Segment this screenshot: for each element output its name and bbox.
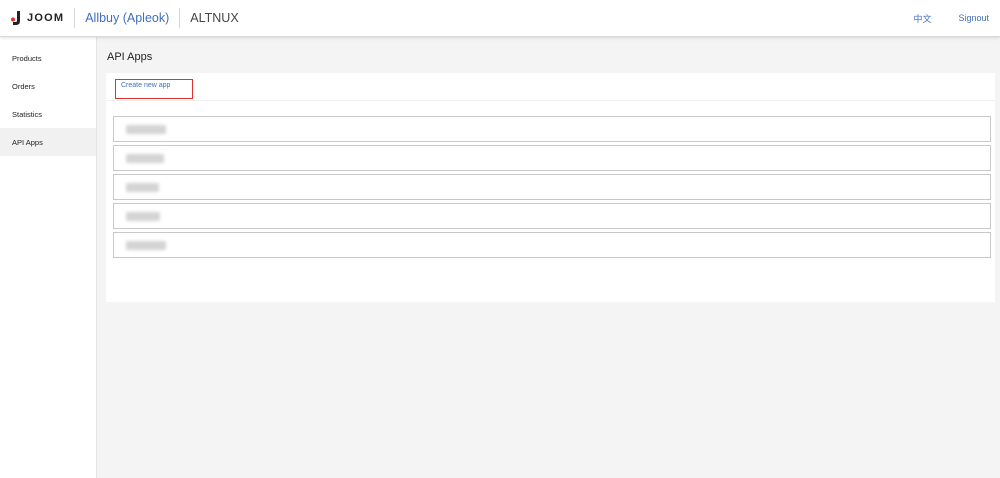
joom-logo-icon bbox=[11, 11, 20, 25]
panel-header: Create new app bbox=[106, 73, 995, 101]
divider bbox=[74, 8, 76, 28]
redacted-app-name bbox=[126, 212, 160, 221]
top-navbar: JOOM Allbuy (Apleok) ALTNUX 中文 Signout bbox=[0, 0, 1000, 37]
main-content: API Apps Create new app bbox=[97, 37, 1000, 478]
sidebar: Products Orders Statistics API Apps bbox=[0, 37, 97, 478]
page-title: API Apps bbox=[107, 51, 153, 63]
app-list-item[interactable] bbox=[113, 145, 991, 171]
header-actions: 中文 Signout bbox=[913, 12, 1000, 25]
app-list-item[interactable] bbox=[113, 232, 991, 258]
sidebar-item-api-apps[interactable]: API Apps bbox=[0, 128, 96, 156]
joom-logo[interactable]: JOOM bbox=[11, 0, 64, 37]
language-switch-link[interactable]: 中文 bbox=[913, 12, 931, 25]
redacted-app-name bbox=[126, 183, 159, 192]
create-new-app-link[interactable]: Create new app bbox=[115, 79, 193, 99]
sidebar-item-products[interactable]: Products bbox=[0, 44, 96, 72]
redacted-app-name bbox=[126, 154, 164, 163]
redacted-app-name bbox=[126, 125, 166, 134]
redacted-app-name bbox=[126, 241, 166, 250]
logo-text: JOOM bbox=[27, 12, 65, 24]
app-list-item[interactable] bbox=[113, 116, 991, 142]
sidebar-item-orders[interactable]: Orders bbox=[0, 72, 96, 100]
sidebar-item-statistics[interactable]: Statistics bbox=[0, 100, 96, 128]
app-list bbox=[113, 116, 991, 261]
app-list-item[interactable] bbox=[113, 203, 991, 229]
shop-name-link[interactable]: Allbuy (Apleok) bbox=[85, 11, 169, 25]
api-apps-panel: Create new app bbox=[106, 73, 995, 302]
store-name: ALTNUX bbox=[190, 11, 239, 25]
app-list-item[interactable] bbox=[113, 174, 991, 200]
divider bbox=[179, 8, 181, 28]
signout-link[interactable]: Signout bbox=[958, 13, 989, 23]
